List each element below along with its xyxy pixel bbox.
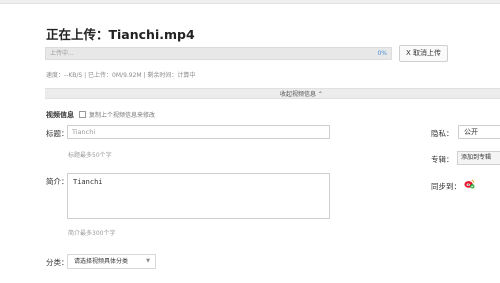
upload-status-text: 速度：--KB/S | 已上传：0M/9.92M | 剩余时间：计算中: [46, 72, 196, 79]
collapse-video-info-bar[interactable]: 收起视频信息 ⌃: [45, 88, 500, 99]
chevron-down-icon: ▼: [146, 258, 150, 264]
blank-region: [321, 226, 500, 283]
upload-progress-percent: 0%: [377, 50, 387, 57]
upload-progress-label: 上传中...: [50, 50, 74, 57]
privacy-field-label: 隐私：: [431, 129, 454, 138]
collapse-video-info-label: 收起视频信息 ⌃: [280, 91, 323, 98]
cancel-upload-button[interactable]: X 取消上传: [399, 45, 448, 62]
description-hint: 简介最多300个字: [68, 230, 116, 237]
weibo-icon[interactable]: [464, 179, 475, 189]
top-window-strip: [0, 0, 500, 4]
category-select[interactable]: 请选择视频具体分类 ▼: [67, 254, 156, 269]
add-to-album-button[interactable]: 添加到专辑: [457, 151, 500, 165]
category-select-value: 请选择视频具体分类: [74, 258, 129, 265]
video-info-section-title: 视频信息: [46, 111, 74, 119]
copy-previous-info-checkbox[interactable]: [79, 111, 86, 118]
copy-previous-info-label[interactable]: 复制上个视频信息来修改: [89, 110, 155, 119]
title-field-label: 标题：: [46, 129, 69, 138]
description-textarea[interactable]: Tianchi: [67, 173, 330, 219]
title-hint: 标题最多50个字: [68, 152, 112, 159]
page-title: 正在上传：Tianchi.mp4: [46, 27, 195, 42]
album-field-label: 专辑：: [431, 155, 454, 164]
category-field-label: 分类：: [46, 258, 69, 267]
sync-field-label: 同步到：: [431, 182, 461, 191]
title-input[interactable]: Tianchi: [67, 125, 330, 139]
upload-progress-bar: 上传中... 0%: [45, 47, 392, 60]
description-field-label: 简介：: [46, 177, 69, 186]
privacy-select[interactable]: 公开: [458, 125, 500, 139]
